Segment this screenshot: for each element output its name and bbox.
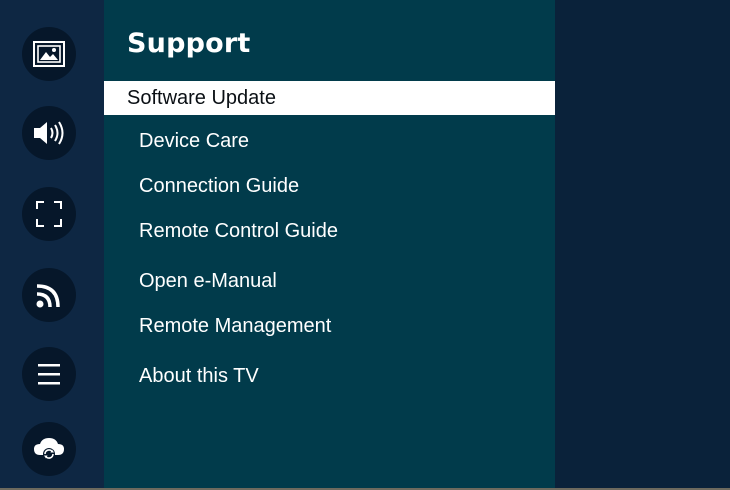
support-cloud-icon	[34, 438, 64, 460]
sound-icon	[34, 121, 64, 145]
content-background	[555, 0, 730, 490]
picture-button[interactable]	[22, 27, 76, 81]
menu-item-label: Connection Guide	[139, 175, 300, 197]
broadcast-button[interactable]	[22, 268, 76, 322]
broadcast-icon	[36, 284, 60, 308]
screen-button[interactable]	[22, 187, 76, 241]
screen-fullscreen-icon	[36, 201, 62, 227]
menu-item-label: About this TV	[139, 365, 259, 387]
menu-item-label: Open e-Manual	[139, 270, 277, 292]
sound-button[interactable]	[22, 106, 76, 160]
category-rail	[0, 0, 104, 490]
menu-item-label: Remote Management	[139, 315, 332, 337]
support-button[interactable]	[22, 422, 76, 476]
menu-item-label: Device Care	[139, 130, 250, 152]
general-button[interactable]	[22, 347, 76, 401]
picture-icon	[33, 41, 65, 67]
menu-item-label: Remote Control Guide	[139, 220, 338, 242]
support-panel: Support Software Update Device Care Conn…	[104, 0, 555, 490]
menu-item-software-update[interactable]: Software Update	[104, 81, 555, 115]
menu-item-label: Software Update	[127, 87, 276, 109]
panel-title: Support	[127, 28, 251, 59]
general-menu-icon	[38, 364, 60, 385]
